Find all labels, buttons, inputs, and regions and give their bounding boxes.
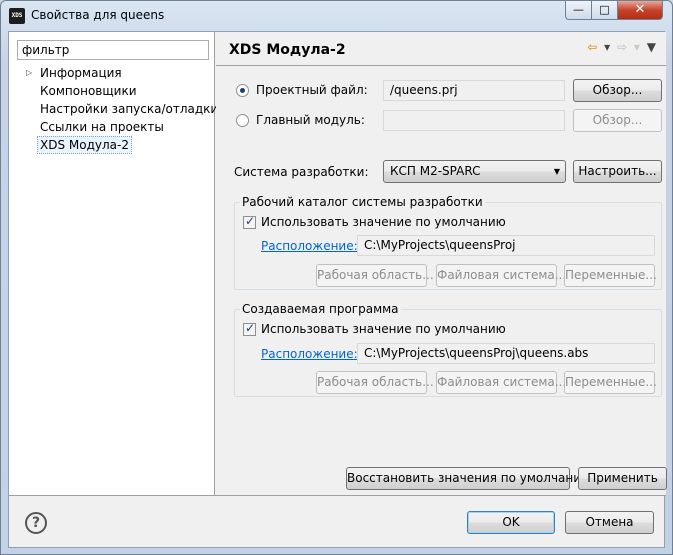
filter-input[interactable]: фильтр xyxy=(17,40,209,60)
workdir-workspace-button[interactable]: Рабочая область... xyxy=(316,264,434,287)
main-module-label: Главный модуль: xyxy=(256,113,365,127)
footer-divider xyxy=(9,495,666,496)
sidebar-item-info[interactable]: Информация xyxy=(40,64,122,82)
minimize-button[interactable]: — xyxy=(565,1,592,20)
workdir-location-link[interactable]: Расположение: xyxy=(261,238,358,254)
forward-arrow-icon[interactable]: ⇨ xyxy=(617,40,627,54)
output-workspace-button[interactable]: Рабочая область... xyxy=(316,371,434,394)
workdir-default-label: Использовать значение по умолчанию xyxy=(261,215,506,229)
apply-button[interactable]: Применить xyxy=(578,467,667,490)
configure-button[interactable]: Настроить... xyxy=(573,160,662,183)
forward-dropdown-icon[interactable]: ▾ xyxy=(634,40,640,54)
xds-app-icon: XDS xyxy=(9,8,25,24)
workdir-filesystem-button[interactable]: Файловая система... xyxy=(436,264,566,287)
output-default-label: Использовать значение по умолчанию xyxy=(261,322,506,336)
project-file-label: Проектный файл: xyxy=(256,83,368,97)
view-menu-icon[interactable]: ▼ xyxy=(647,40,656,54)
help-icon[interactable]: ? xyxy=(25,512,47,534)
output-filesystem-button[interactable]: Файловая система... xyxy=(436,371,566,394)
maximize-button[interactable]: □ xyxy=(591,1,618,20)
page-title: XDS Модула-2 xyxy=(229,42,346,58)
dev-system-value: КСП M2-SPARC xyxy=(390,164,481,178)
sidebar-item-linkers[interactable]: Компоновщики xyxy=(40,82,137,100)
header-nav: ⇦ ▾ ⇨ ▾ ▼ xyxy=(584,40,656,54)
dev-system-label: Система разработки: xyxy=(234,165,369,179)
cancel-button[interactable]: Отмена xyxy=(565,511,654,534)
browse-module-button[interactable]: Обзор... xyxy=(573,109,662,132)
workdir-location-field[interactable]: C:\MyProjects\queensProj xyxy=(357,235,655,256)
header-divider xyxy=(216,65,666,66)
sidebar-item-project-refs[interactable]: Ссылки на проекты xyxy=(40,118,164,136)
close-button[interactable]: ✕ xyxy=(617,1,663,20)
workdir-variables-button[interactable]: Переменные... xyxy=(564,264,657,287)
title-bar[interactable]: XDS Свойства для queens — □ ✕ xyxy=(1,1,672,30)
output-location-link[interactable]: Расположение: xyxy=(261,346,358,362)
dialog-client-area: фильтр ▷ Информация Компоновщики Настрой… xyxy=(8,31,667,548)
restore-defaults-button[interactable]: Восстановить значения по умолчанию xyxy=(346,467,591,490)
sidebar: фильтр ▷ Информация Компоновщики Настрой… xyxy=(9,32,218,495)
main-module-radio[interactable] xyxy=(236,114,249,127)
window-title: Свойства для queens xyxy=(31,8,165,22)
properties-window: XDS Свойства для queens — □ ✕ фильтр ▷ И… xyxy=(0,0,673,555)
back-dropdown-icon[interactable]: ▾ xyxy=(604,40,610,54)
project-file-field[interactable]: /queens.prj xyxy=(383,80,565,101)
sidebar-item-run-debug[interactable]: Настройки запуска/отладки xyxy=(40,100,218,118)
output-location-field[interactable]: C:\MyProjects\queensProj\queens.abs xyxy=(357,343,655,364)
expand-icon[interactable]: ▷ xyxy=(26,68,32,77)
project-file-radio[interactable] xyxy=(236,84,249,97)
output-default-checkbox[interactable] xyxy=(243,321,256,336)
chevron-down-icon: ▼ xyxy=(553,167,560,176)
main-module-field[interactable] xyxy=(383,110,565,131)
back-arrow-icon[interactable]: ⇦ xyxy=(587,40,597,54)
output-variables-button[interactable]: Переменные... xyxy=(564,371,657,394)
sidebar-item-xds-modula2[interactable]: XDS Модула-2 xyxy=(37,136,132,154)
dev-system-select[interactable]: КСП M2-SPARC ▼ xyxy=(383,160,566,183)
main-panel: XDS Модула-2 ⇦ ▾ ⇨ ▾ ▼ Проектный файл: /… xyxy=(216,32,667,495)
workdir-default-checkbox[interactable] xyxy=(243,214,256,229)
output-group-title: Создаваемая программа xyxy=(240,302,401,316)
browse-project-button[interactable]: Обзор... xyxy=(573,79,662,102)
ok-button[interactable]: OK xyxy=(467,511,555,534)
workdir-group-title: Рабочий каталог системы разработки xyxy=(240,195,485,209)
